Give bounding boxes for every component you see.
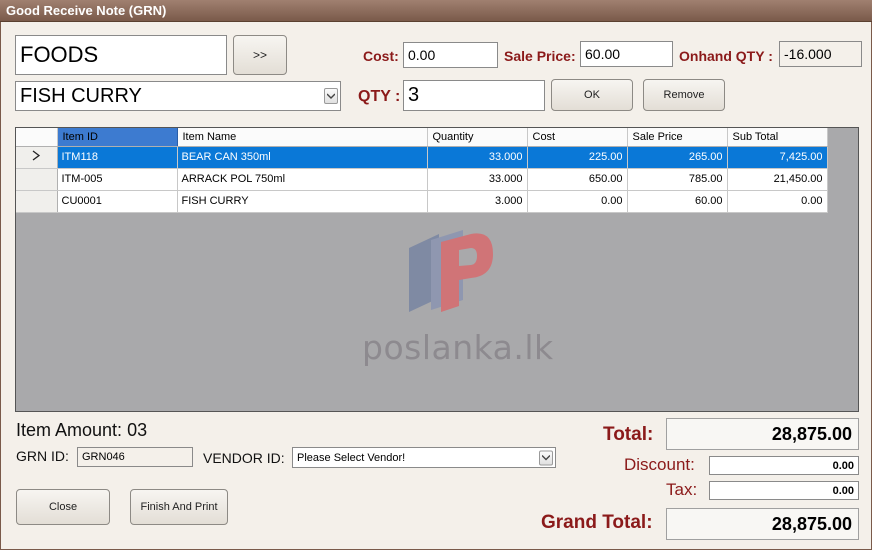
- close-button-label: Close: [48, 501, 78, 513]
- cell-sub-total[interactable]: 0.00: [727, 190, 828, 213]
- ok-button-label: OK: [584, 89, 600, 101]
- grn-id-field: GRN046: [77, 447, 193, 467]
- poslanka-logo-icon: [409, 230, 493, 312]
- cell-cost[interactable]: 225.00: [527, 146, 628, 169]
- chevron-down-icon[interactable]: [324, 88, 338, 104]
- grn-id-label: GRN ID:: [16, 448, 69, 464]
- cell-sub-total[interactable]: 7,425.00: [727, 146, 828, 169]
- cell-cost[interactable]: 650.00: [527, 168, 628, 191]
- col-header-quantity[interactable]: Quantity: [427, 128, 528, 147]
- item-amount-label: Item Amount: 03: [16, 420, 147, 441]
- cell-item-name[interactable]: FISH CURRY: [177, 190, 428, 213]
- item-amount-value: 03: [127, 420, 148, 440]
- grn-id-value: GRN046: [82, 451, 125, 463]
- table-row[interactable]: ITM118 BEAR CAN 350ml 33.000 225.00 265.…: [16, 146, 828, 169]
- total-field: 28,875.00: [666, 418, 859, 450]
- col-header-sale-price[interactable]: Sale Price: [627, 128, 728, 147]
- row-header[interactable]: [16, 190, 58, 213]
- cost-field[interactable]: 0.00: [403, 42, 498, 68]
- vendor-id-label: VENDOR ID:: [203, 450, 285, 466]
- grand-total-field: 28,875.00: [666, 508, 859, 540]
- cell-sub-total[interactable]: 21,450.00: [727, 168, 828, 191]
- cell-item-name[interactable]: ARRACK POL 750ml: [177, 168, 428, 191]
- onhand-qty-value: -16.000: [784, 46, 832, 62]
- cell-item-id[interactable]: ITM-005: [57, 168, 178, 191]
- chevron-down-icon[interactable]: [539, 450, 553, 465]
- cell-item-name[interactable]: BEAR CAN 350ml: [177, 146, 428, 169]
- cell-item-id[interactable]: CU0001: [57, 190, 178, 213]
- sale-price-field[interactable]: 60.00: [580, 41, 673, 67]
- discount-label: Discount:: [624, 455, 695, 474]
- cell-sale-price[interactable]: 265.00: [627, 146, 728, 169]
- cell-quantity[interactable]: 33.000: [427, 168, 528, 191]
- col-header-item-name[interactable]: Item Name: [177, 128, 428, 147]
- col-header-item-id[interactable]: Item ID: [57, 128, 178, 147]
- discount-field[interactable]: 0.00: [709, 456, 859, 475]
- qty-field[interactable]: 3: [403, 80, 545, 111]
- cell-quantity[interactable]: 33.000: [427, 146, 528, 169]
- tax-value: 0.00: [832, 484, 854, 497]
- col-header-sub-total[interactable]: Sub Total: [727, 128, 828, 147]
- row-header[interactable]: [16, 168, 58, 191]
- grid-header-row: Item ID Item Name Quantity Cost Sale Pri…: [16, 128, 828, 147]
- close-button[interactable]: Close: [16, 489, 110, 525]
- grand-total-label: Grand Total:: [541, 512, 653, 533]
- total-label: Total:: [603, 424, 654, 445]
- sale-price-label: Sale Price:: [504, 48, 576, 64]
- ok-button[interactable]: OK: [551, 79, 633, 111]
- item-select-value: FISH CURRY: [20, 84, 142, 107]
- cell-quantity[interactable]: 3.000: [427, 190, 528, 213]
- next-category-label: >>: [252, 48, 267, 62]
- vendor-select-value: Please Select Vendor!: [297, 451, 406, 464]
- onhand-qty-field: -16.000: [779, 41, 862, 67]
- item-amount-label-text: Item Amount:: [16, 420, 123, 440]
- window-title-bar: Good Receive Note (GRN): [0, 0, 872, 22]
- grand-total-value: 28,875.00: [771, 513, 852, 534]
- cost-value: 0.00: [408, 47, 436, 63]
- row-pointer-icon: [32, 150, 41, 161]
- cell-item-id[interactable]: ITM118: [57, 146, 178, 169]
- table-row[interactable]: CU0001 FISH CURRY 3.000 0.00 60.00 0.00: [16, 190, 828, 213]
- row-header[interactable]: [16, 146, 58, 169]
- remove-button-label: Remove: [663, 89, 705, 101]
- items-table: Item ID Item Name Quantity Cost Sale Pri…: [16, 128, 828, 213]
- tax-label: Tax:: [666, 480, 698, 499]
- onhand-qty-label: Onhand QTY :: [679, 48, 773, 64]
- total-value: 28,875.00: [771, 423, 852, 444]
- grn-form: FOODS >> Cost: 0.00 Sale Price: 60.00 On…: [0, 22, 872, 550]
- cost-label: Cost:: [363, 48, 399, 64]
- discount-value: 0.00: [832, 459, 854, 472]
- cell-sale-price[interactable]: 60.00: [627, 190, 728, 213]
- col-header-cost[interactable]: Cost: [527, 128, 628, 147]
- tax-field[interactable]: 0.00: [709, 481, 859, 500]
- finish-print-button-label: Finish And Print: [140, 501, 218, 513]
- cell-cost[interactable]: 0.00: [527, 190, 628, 213]
- category-field[interactable]: FOODS: [15, 35, 227, 75]
- next-category-button[interactable]: >>: [233, 35, 287, 75]
- table-row[interactable]: ITM-005 ARRACK POL 750ml 33.000 650.00 7…: [16, 168, 828, 191]
- finish-print-button[interactable]: Finish And Print: [130, 489, 228, 525]
- window-title: Good Receive Note (GRN): [6, 3, 167, 18]
- qty-value: 3: [408, 84, 420, 106]
- items-grid[interactable]: Item ID Item Name Quantity Cost Sale Pri…: [15, 127, 859, 412]
- vendor-select[interactable]: Please Select Vendor!: [292, 447, 556, 468]
- category-value: FOODS: [20, 42, 99, 67]
- qty-label: QTY :: [358, 88, 401, 105]
- remove-button[interactable]: Remove: [643, 79, 725, 111]
- cell-sale-price[interactable]: 785.00: [627, 168, 728, 191]
- watermark-text: poslanka.lk: [362, 328, 554, 367]
- grid-corner-cell: [16, 128, 58, 147]
- sale-price-value: 60.00: [585, 46, 621, 62]
- item-select[interactable]: FISH CURRY: [15, 81, 341, 111]
